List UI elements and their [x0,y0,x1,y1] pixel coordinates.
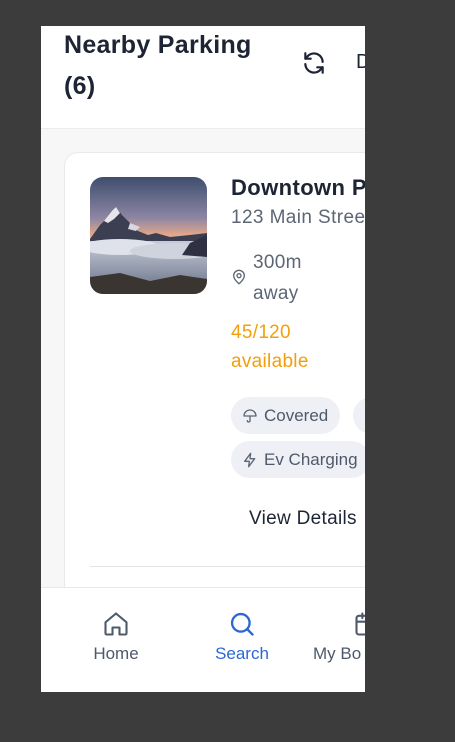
nav-home[interactable]: Home [61,610,171,664]
feature-chip-more [353,397,365,434]
card-divider [90,566,365,567]
umbrella-icon [243,408,257,423]
header-action-button[interactable]: D [356,51,365,74]
view-details-button[interactable]: View Details [249,508,357,530]
calendar-icon [355,612,365,636]
results-list: Downtown P 123 Main Stree 300m away 45/1… [41,129,365,614]
location-pin-icon [233,269,245,285]
lot-address: 123 Main Stree [231,207,365,228]
feature-chip-covered: Covered [231,397,341,434]
page-title: Nearby Parking (6) [64,31,252,100]
phone-screen: Nearby Parking (6) D Downtown P 123 Main… [41,26,365,692]
lot-name: Downtown P [231,175,365,200]
nav-label: My Bo [313,644,362,663]
feature-chip-ev-charging: Ev Charging [231,441,365,478]
refresh-button[interactable] [301,50,327,76]
refresh-icon [304,52,324,74]
nav-label: Search [215,644,269,663]
lot-distance: 300m away [253,252,302,304]
search-icon [230,612,254,636]
parking-thumbnail [90,177,207,294]
chip-label: Covered [264,405,329,425]
home-icon [104,612,128,636]
availability-count: 45/120 available [231,322,309,372]
parking-card[interactable]: Downtown P 123 Main Stree 300m away 45/1… [64,152,365,614]
nav-my-bookings[interactable]: My Bo [301,610,365,664]
nav-label: Home [93,644,139,663]
bolt-icon [244,452,256,467]
chip-label: Ev Charging [264,449,358,469]
app-header: Nearby Parking (6) D [41,26,365,129]
nav-search[interactable]: Search [187,610,297,664]
bottom-navigation: Home Search My Bo [41,587,365,692]
